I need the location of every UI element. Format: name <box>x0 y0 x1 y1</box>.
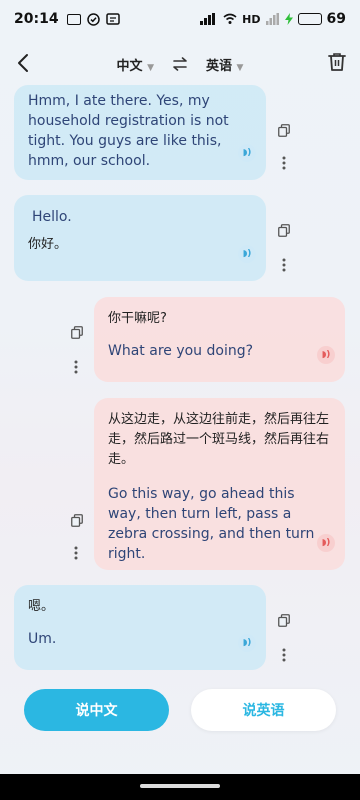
status-right: HD 69 <box>200 11 346 27</box>
status-left-icons <box>66 12 120 26</box>
message-original: 从这边走，从这边往前走，然后再往左走，然后路过一个斑马线，然后再往右走。 <box>108 412 330 467</box>
caret-down-icon: ▼ <box>147 62 154 73</box>
status-time: 20:14 <box>14 11 59 27</box>
more-vertical-icon[interactable] <box>74 360 78 374</box>
system-nav-bar <box>0 774 360 800</box>
speaker-icon[interactable]: ◗) <box>238 144 256 162</box>
copy-icon[interactable] <box>278 614 290 627</box>
wifi-icon <box>223 13 237 24</box>
trash-icon[interactable] <box>328 52 346 72</box>
message-bubble-right: 从这边走，从这边往前走，然后再往左走，然后路过一个斑马线，然后再往右走。 Go … <box>94 398 345 570</box>
language-selector: 中文 ▼ 英语 ▼ <box>117 55 243 74</box>
chevron-left-icon[interactable] <box>14 52 34 74</box>
status-bar: 20:14 HD 69 <box>0 0 360 38</box>
charging-icon <box>284 13 293 25</box>
speak-chinese-button[interactable]: 说中文 <box>24 689 169 731</box>
message-original: 你干嘛呢? <box>108 311 167 326</box>
speaker-icon[interactable]: ◗) <box>317 346 335 364</box>
battery-icon <box>297 13 322 25</box>
message-icon <box>105 13 120 25</box>
message-bubble-left: 嗯。 Um. ◗) <box>14 585 266 670</box>
message-translation: Um. <box>28 631 57 647</box>
check-circle-icon <box>86 12 100 26</box>
more-vertical-icon[interactable] <box>282 648 286 662</box>
message-translation: What are you doing? <box>108 343 254 359</box>
more-vertical-icon[interactable] <box>282 258 286 272</box>
source-language-dropdown[interactable]: 中文 ▼ <box>117 55 154 74</box>
caret-down-icon: ▼ <box>236 62 244 73</box>
speak-english-button[interactable]: 说英语 <box>191 689 336 731</box>
copy-icon[interactable] <box>71 326 83 339</box>
message-translation: Hmm, I ate there. Yes, my household regi… <box>28 93 229 169</box>
message-bubble-left: Hello. 你好。 ◗) <box>14 195 266 281</box>
message-translation: Go this way, go ahead this way, then tur… <box>108 486 315 562</box>
more-vertical-icon[interactable] <box>74 546 78 560</box>
signal-icon <box>200 13 216 25</box>
speaker-icon[interactable]: ◗) <box>238 634 256 652</box>
message-translation: 你好。 <box>28 237 68 252</box>
target-language-label: 英语 <box>206 58 233 74</box>
source-language-label: 中文 <box>116 58 143 74</box>
notification-icon <box>66 13 81 25</box>
target-language-dropdown[interactable]: 英语 ▼ <box>206 55 243 74</box>
network-type: HD <box>242 12 261 26</box>
swap-icon[interactable] <box>172 57 188 71</box>
signal-weak-icon <box>265 13 279 25</box>
message-original: 嗯。 <box>28 599 55 614</box>
speaker-icon[interactable]: ◗) <box>317 534 335 552</box>
message-bubble-left: Hmm, I ate there. Yes, my household regi… <box>14 85 266 180</box>
more-vertical-icon[interactable] <box>282 156 286 170</box>
battery-level: 69 <box>326 11 346 27</box>
copy-icon[interactable] <box>71 514 83 527</box>
copy-icon[interactable] <box>278 224 290 237</box>
copy-icon[interactable] <box>278 124 290 137</box>
message-original: Hello. <box>32 209 72 225</box>
home-indicator[interactable] <box>140 784 220 788</box>
message-bubble-right: 你干嘛呢? What are you doing? ◗) <box>94 297 345 382</box>
translator-header: 中文 ▼ 英语 ▼ <box>0 46 360 82</box>
speaker-icon[interactable]: ◗) <box>238 245 256 263</box>
